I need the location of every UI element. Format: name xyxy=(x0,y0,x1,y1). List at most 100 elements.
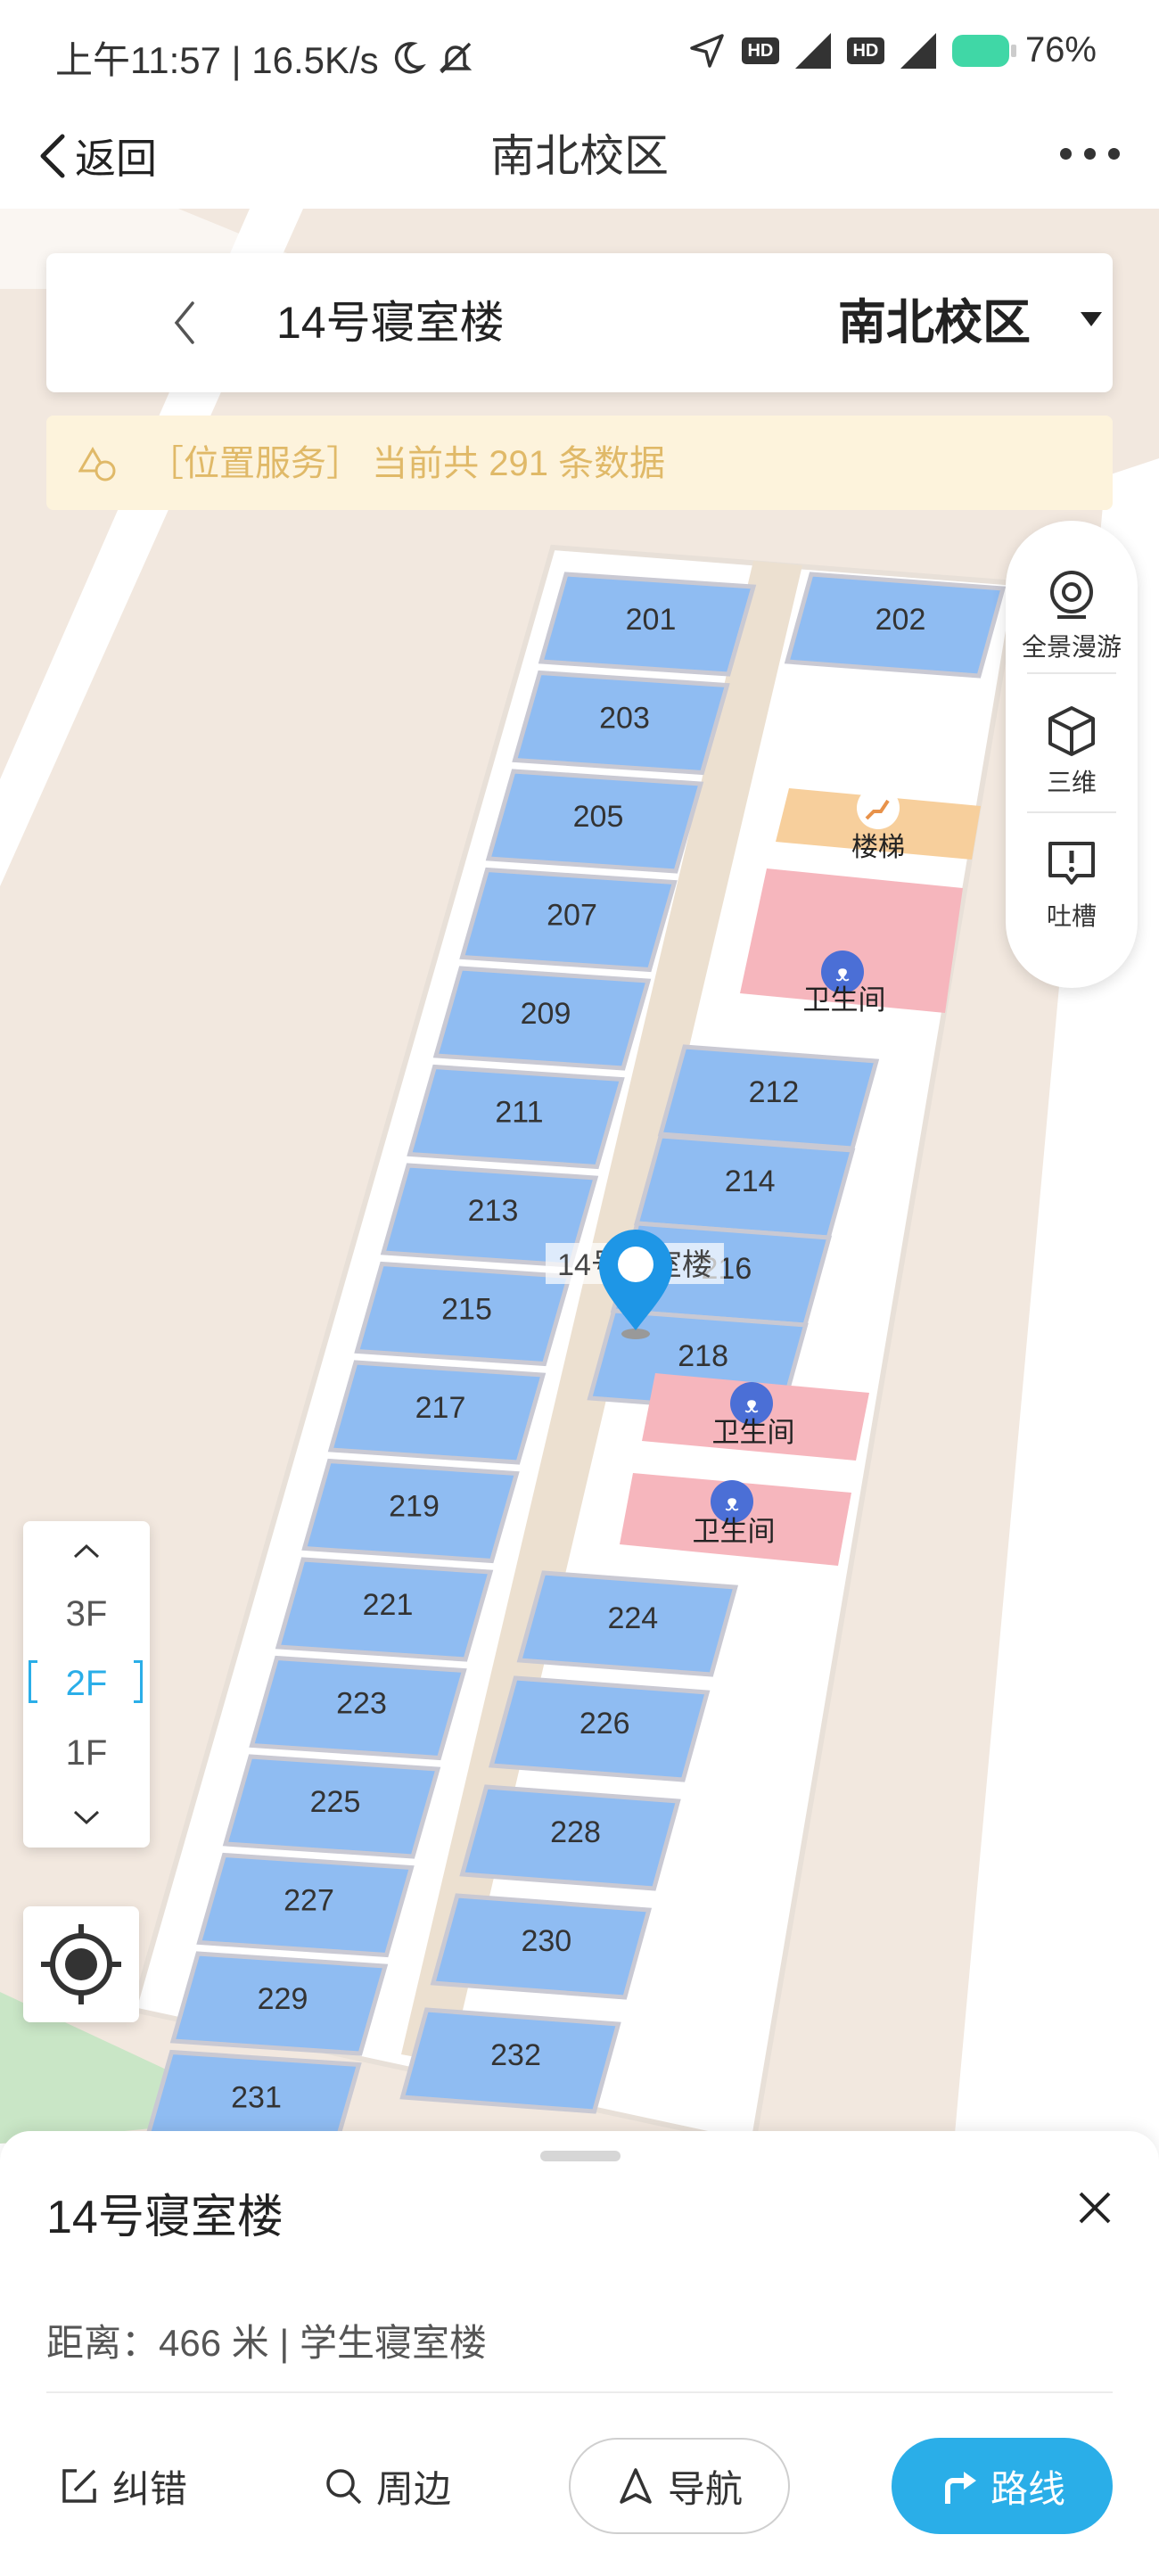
signal-icon xyxy=(794,32,831,69)
crosshair-icon xyxy=(41,1924,121,2004)
campus-selector[interactable]: 南北校区 xyxy=(838,289,1031,357)
map-toolbar: 全景漫游 三维 吐槽 xyxy=(1006,521,1138,988)
rooms_left-room-label: 219 xyxy=(389,1490,440,1524)
place-title: 14号寝室楼 xyxy=(46,2192,284,2243)
more-button[interactable] xyxy=(1060,148,1120,160)
floor-down-button[interactable] xyxy=(23,1805,150,1835)
locate-button[interactable] xyxy=(23,1906,139,2022)
floor-3f[interactable]: 3F xyxy=(23,1587,150,1641)
svg-text:ᴥ: ᴥ xyxy=(744,1392,759,1419)
rooms_right-room-label: 212 xyxy=(749,1075,800,1109)
place-detail-sheet: 14号寝室楼 距离：466 米 | 学生寝室楼 纠错 周边 导航 路线 xyxy=(0,2131,1159,2576)
navigation-icon xyxy=(620,2468,652,2504)
rooms_left-room-label: 217 xyxy=(415,1391,466,1425)
location-arrow-icon xyxy=(690,33,724,68)
rooms_right-room-label: 218 xyxy=(678,1339,728,1373)
rooms_right-room-label: 226 xyxy=(580,1707,630,1741)
rooms_left-room-label: 209 xyxy=(521,997,571,1031)
sheet-drag-handle[interactable] xyxy=(540,2151,621,2161)
feedback-label: 吐槽 xyxy=(1046,902,1097,930)
route-button[interactable]: 路线 xyxy=(892,2438,1113,2534)
moon-icon xyxy=(394,41,426,74)
nav-bar: 返回 南北校区 xyxy=(0,105,1159,209)
rooms_left-room-label: 205 xyxy=(573,800,624,834)
place-info: 距离：466 米 | 学生寝室楼 xyxy=(46,2322,487,2364)
nearby-label: 周边 xyxy=(376,2467,452,2510)
rooms_left-room-label: 223 xyxy=(336,1687,387,1721)
rooms_right-room-label: 224 xyxy=(607,1601,658,1635)
panorama-icon xyxy=(1050,571,1093,619)
location-service-notice: ［位置服务］ 当前共 291 条数据 xyxy=(46,416,1113,510)
correct-label: 纠错 xyxy=(112,2467,188,2510)
divider xyxy=(46,2391,1113,2393)
cube-icon xyxy=(1048,706,1095,756)
signal-icon-2 xyxy=(900,32,936,69)
rooms_left-room-label: 215 xyxy=(441,1293,492,1327)
search-building-name[interactable]: 14号寝室楼 xyxy=(276,289,505,357)
rooms_left-room-label: 229 xyxy=(258,1982,308,2016)
divider xyxy=(1027,672,1116,674)
svg-text:ᴥ: ᴥ xyxy=(725,1490,739,1517)
rooms_right-room-label: 230 xyxy=(521,1924,571,1958)
battery-icon xyxy=(951,34,1016,67)
restroom-label: 卫生间 xyxy=(803,984,886,1016)
floor-2f[interactable]: 2F xyxy=(23,1657,150,1710)
status-bar: 上午11:57 | 16.5K/s HD HD 76% xyxy=(0,0,1159,105)
rooms_left-room-label: 207 xyxy=(547,899,597,933)
notice-text: ［位置服务］ 当前共 291 条数据 xyxy=(148,444,666,483)
chevron-up-icon xyxy=(73,1543,100,1559)
more-dot xyxy=(1108,148,1120,160)
more-dot xyxy=(1084,148,1096,160)
battery-level: 76% xyxy=(1024,30,1097,70)
caret-down-icon[interactable] xyxy=(1081,312,1102,326)
search-icon xyxy=(326,2469,362,2505)
bell-muted-icon xyxy=(439,42,472,73)
shapes-icon xyxy=(78,447,116,481)
rooms_left-room-label: 225 xyxy=(310,1785,361,1819)
navigate-label: 导航 xyxy=(667,2467,743,2510)
feedback-button[interactable]: 吐槽 xyxy=(1006,838,1138,933)
floor-1f[interactable]: 1F xyxy=(23,1726,150,1780)
rooms_left-room-label: 227 xyxy=(284,1884,334,1918)
status-right: HD HD 76% xyxy=(688,30,1097,70)
hd-icon: HD xyxy=(741,37,779,64)
rooms_right-room-label: 232 xyxy=(490,2038,541,2072)
hd-icon-2: HD xyxy=(846,37,884,64)
rooms_left-room-label: 201 xyxy=(626,603,677,637)
nearby-button[interactable]: 周边 xyxy=(323,2438,451,2534)
floor-active-bracket xyxy=(29,1660,37,1703)
panorama-label: 全景漫游 xyxy=(1021,633,1122,661)
3d-button[interactable]: 三维 xyxy=(1006,704,1138,799)
feedback-icon xyxy=(1048,842,1095,885)
rooms_left-room-label: 221 xyxy=(363,1588,414,1622)
rooms_right-room-label: 214 xyxy=(725,1165,776,1198)
floor-up-button[interactable] xyxy=(23,1537,150,1568)
restroom-label: 卫生间 xyxy=(693,1516,776,1547)
stairs-icon xyxy=(857,786,900,829)
route-label: 路线 xyxy=(990,2467,1065,2510)
rooms_right-room-label: 228 xyxy=(550,1815,601,1849)
rooms_left-room-label: 213 xyxy=(468,1194,519,1228)
3d-label: 三维 xyxy=(1046,769,1097,796)
search-card[interactable]: 14号寝室楼 南北校区 xyxy=(46,253,1113,392)
status-time-speed: 上午11:57 | 16.5K/s xyxy=(55,39,379,81)
chevron-left-icon[interactable] xyxy=(171,300,196,346)
floor-selector: 3F 2F 1F xyxy=(23,1521,150,1848)
stairs-label: 楼梯 xyxy=(851,833,905,862)
more-dot xyxy=(1060,148,1072,160)
chevron-down-icon xyxy=(73,1810,100,1825)
rooms_left-room-label: 231 xyxy=(231,2081,282,2115)
navigate-button[interactable]: 导航 xyxy=(569,2438,790,2534)
route-turn-icon xyxy=(944,2472,976,2504)
status-left: 上午11:57 | 16.5K/s xyxy=(55,30,475,85)
rooms_left-room-label: 203 xyxy=(599,702,650,736)
restroom-label: 卫生间 xyxy=(712,1417,795,1448)
page-title: 南北校区 xyxy=(490,131,669,181)
correct-button[interactable]: 纠错 xyxy=(59,2438,187,2534)
divider xyxy=(1027,811,1116,813)
panorama-button[interactable]: 全景漫游 xyxy=(1006,569,1138,663)
rooms_left-room-label: 211 xyxy=(495,1096,543,1130)
rooms_right-room-label: 202 xyxy=(875,603,926,637)
close-icon[interactable] xyxy=(1073,2186,1116,2229)
floor-active-bracket xyxy=(134,1660,143,1703)
